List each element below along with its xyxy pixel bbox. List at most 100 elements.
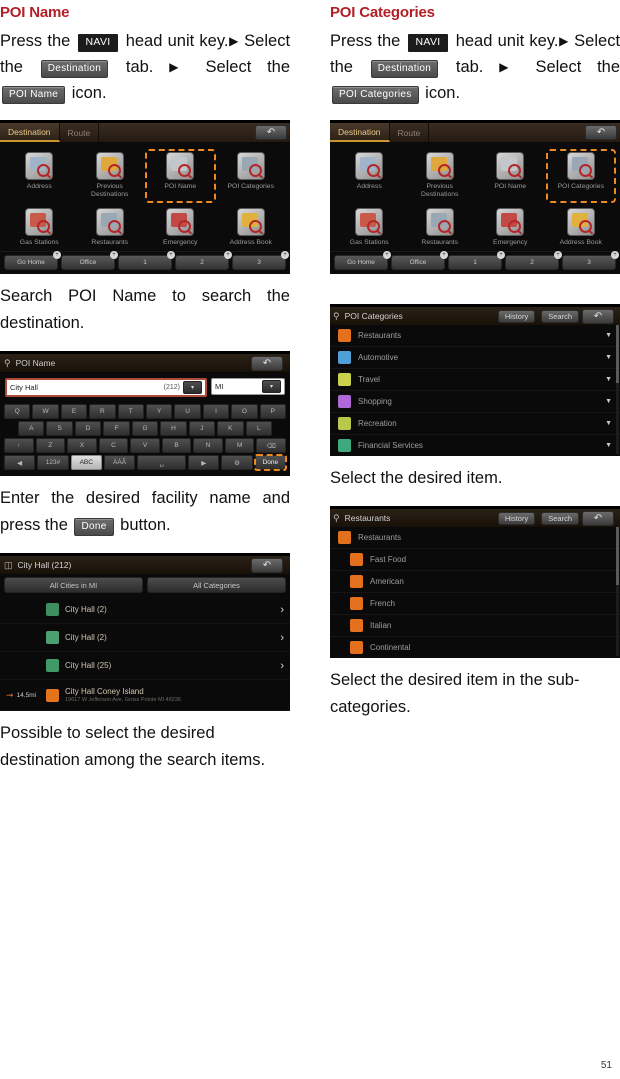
key-f[interactable]: F [103, 421, 130, 436]
abc-mode-key[interactable]: ABC [70, 455, 102, 470]
search-button[interactable]: Search [541, 309, 579, 323]
key-l[interactable]: L [245, 421, 272, 436]
add-icon[interactable]: + [281, 251, 289, 259]
caret-down-icon[interactable]: ▼ [605, 332, 612, 339]
search-button[interactable]: Search [541, 511, 579, 525]
add-icon[interactable]: + [497, 251, 505, 259]
chevron-down-icon[interactable]: ▾ [183, 381, 202, 394]
key-p[interactable]: P [259, 404, 287, 419]
grid-item-address[interactable]: Address [334, 149, 405, 203]
scrollbar[interactable] [616, 325, 619, 454]
key-z[interactable]: Z [35, 438, 66, 453]
key-o[interactable]: O [231, 404, 258, 419]
grid-item-restaurants[interactable]: Restaurants [75, 205, 146, 251]
space-key[interactable]: ␣ [137, 455, 187, 470]
done-button[interactable]: Done [253, 454, 287, 471]
key-n[interactable]: N [193, 438, 223, 453]
quick-slot-1[interactable]: 1 + [118, 251, 175, 270]
state-select[interactable]: MI ▾ [211, 378, 285, 395]
key-d[interactable]: D [74, 421, 102, 436]
key-r[interactable]: R [89, 404, 116, 419]
key-u[interactable]: U [174, 404, 201, 419]
key-a[interactable]: A [18, 421, 45, 436]
key-h[interactable]: H [160, 421, 187, 436]
list-item[interactable]: Continental [330, 637, 620, 658]
accent-mode-key[interactable]: ÀÁÂ [103, 455, 136, 470]
list-item[interactable]: Fast Food [330, 549, 620, 571]
key-v[interactable]: V [130, 438, 160, 453]
list-item[interactable]: Recreation ▼ [330, 413, 620, 435]
grid-item-poi-categories[interactable]: POI Categories [545, 149, 616, 203]
tab-route[interactable]: Route [60, 123, 100, 142]
quick-office[interactable]: Office + [391, 251, 448, 270]
back-arrow-icon[interactable]: ↶ [251, 557, 283, 573]
quick-slot-1[interactable]: 1 + [448, 251, 505, 270]
list-item[interactable]: ➞ 14.5mi City Hall Coney Island 19617 W Je… [0, 680, 290, 711]
key-c[interactable]: C [98, 438, 129, 453]
quick-go-home[interactable]: Go Home + [334, 251, 391, 270]
key-y[interactable]: Y [146, 404, 173, 419]
grid-item-previous-destinations[interactable]: Previous Destinations [75, 149, 146, 203]
gear-icon[interactable]: ⚙ [221, 455, 253, 470]
grid-item-address-book[interactable]: Address Book [546, 205, 617, 251]
key-x[interactable]: X [67, 438, 97, 453]
quick-slot-3[interactable]: 3 + [232, 251, 289, 270]
list-item[interactable]: Travel ▼ [330, 369, 620, 391]
chevron-right-icon[interactable]: › [280, 604, 284, 616]
add-icon[interactable]: + [554, 251, 562, 259]
caret-down-icon[interactable]: ▼ [605, 354, 612, 361]
caret-down-icon[interactable]: ▼ [605, 420, 612, 427]
add-icon[interactable]: + [53, 251, 61, 259]
grid-item-emergency[interactable]: Emergency [145, 205, 216, 251]
list-item[interactable]: Italian [330, 615, 620, 637]
back-arrow-icon[interactable]: ↶ [582, 510, 614, 526]
grid-item-address-book[interactable]: Address Book [216, 205, 287, 251]
list-item[interactable]: French [330, 593, 620, 615]
key-j[interactable]: J [188, 421, 216, 436]
key-k[interactable]: K [217, 421, 244, 436]
add-icon[interactable]: + [383, 251, 391, 259]
grid-item-poi-categories[interactable]: POI Categories [216, 149, 287, 203]
grid-item-poi-name[interactable]: POI Name [475, 149, 546, 203]
chevron-right-icon[interactable]: › [280, 632, 284, 644]
list-item[interactable]: City Hall (25) › [0, 652, 290, 680]
list-item[interactable]: Automotive ▼ [330, 347, 620, 369]
shift-key[interactable]: ↑ [3, 438, 34, 453]
key-g[interactable]: G [131, 421, 159, 436]
list-item[interactable]: City Hall (2) › [0, 596, 290, 624]
quick-office[interactable]: Office + [61, 251, 118, 270]
key-m[interactable]: M [224, 438, 255, 453]
key-s[interactable]: S [46, 421, 73, 436]
quick-slot-2[interactable]: 2 + [175, 251, 232, 270]
caret-down-icon[interactable]: ▼ [605, 398, 612, 405]
key-w[interactable]: W [32, 404, 59, 419]
filter-all-cities[interactable]: All Cities in MI [4, 577, 143, 593]
key-i[interactable]: I [202, 404, 230, 419]
backspace-key[interactable]: ⌫ [256, 438, 287, 453]
caret-down-icon[interactable]: ▼ [605, 376, 612, 383]
add-icon[interactable]: + [110, 251, 118, 259]
key-t[interactable]: T [117, 404, 144, 419]
key-e[interactable]: E [60, 404, 88, 419]
back-arrow-icon[interactable]: ↶ [251, 355, 283, 371]
numeric-mode-key[interactable]: 123# [37, 455, 69, 470]
list-item[interactable]: Shopping ▼ [330, 391, 620, 413]
back-arrow-icon[interactable]: ↶ [585, 125, 617, 140]
add-icon[interactable]: + [167, 251, 175, 259]
grid-item-restaurants[interactable]: Restaurants [405, 205, 476, 251]
quick-slot-2[interactable]: 2 + [505, 251, 562, 270]
list-item[interactable]: City Hall (2) › [0, 624, 290, 652]
grid-item-poi-name[interactable]: POI Name [145, 149, 216, 203]
prev-key[interactable]: ◀ [4, 455, 36, 470]
list-item[interactable]: Financial Services ▼ [330, 435, 620, 456]
grid-item-gas-stations[interactable]: Gas Stations [334, 205, 405, 251]
poi-name-search-input[interactable]: City Hall (212) ▾ [5, 378, 207, 397]
scrollbar[interactable] [616, 527, 619, 656]
key-b[interactable]: B [161, 438, 192, 453]
grid-item-address[interactable]: Address [4, 149, 75, 203]
key-q[interactable]: Q [3, 404, 31, 419]
add-icon[interactable]: + [224, 251, 232, 259]
list-item[interactable]: Restaurants ▼ [330, 325, 620, 347]
grid-item-previous-destinations[interactable]: Previous Destinations [405, 149, 476, 203]
quick-go-home[interactable]: Go Home + [4, 251, 61, 270]
